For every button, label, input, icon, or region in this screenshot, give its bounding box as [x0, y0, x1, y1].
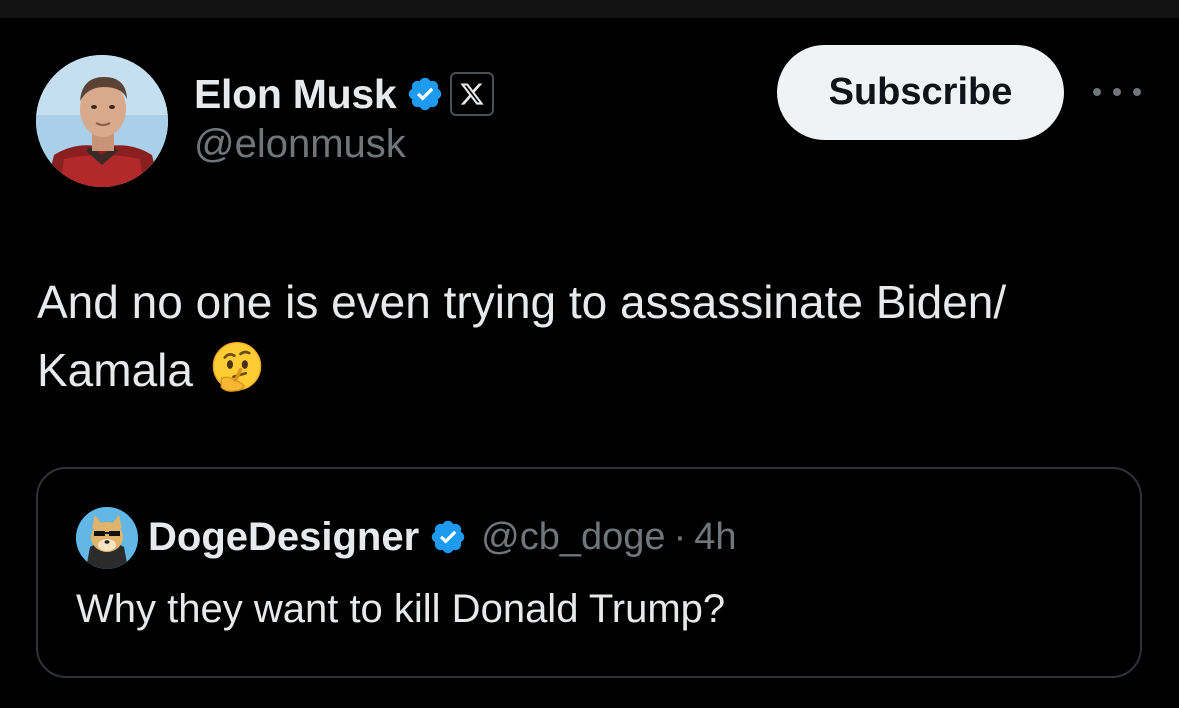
quoted-tweet[interactable]: DogeDesigner @cb_doge · 4h Why they want… — [36, 467, 1142, 678]
dot — [1133, 88, 1141, 96]
quoted-tweet-text: Why they want to kill Donald Trump? — [76, 587, 726, 631]
more-options-icon[interactable] — [1093, 80, 1141, 104]
dot — [1113, 88, 1121, 96]
quoted-author-name[interactable]: DogeDesigner — [148, 515, 419, 560]
x-logo-icon[interactable] — [450, 72, 495, 116]
subscribe-button[interactable]: Subscribe — [777, 45, 1064, 140]
quoted-header: DogeDesigner @cb_doge · 4h — [148, 511, 737, 563]
quoted-timestamp[interactable]: 4h — [694, 516, 736, 559]
dot — [1093, 88, 1101, 96]
tweet-text-line1: And no one is even trying to assassinate… — [37, 276, 1007, 328]
tweet-text-line2: Kamala — [37, 344, 193, 396]
author-handle[interactable]: @elonmusk — [194, 122, 406, 167]
verified-badge-icon[interactable] — [429, 518, 467, 556]
tweet-text: And no one is even trying to assassinate… — [37, 268, 1147, 404]
top-strip — [0, 0, 1179, 18]
quoted-author-handle[interactable]: @cb_doge — [481, 516, 665, 559]
author-name[interactable]: Elon Musk — [194, 71, 397, 118]
author-avatar[interactable] — [36, 55, 168, 187]
verified-badge-icon[interactable] — [406, 75, 444, 113]
quoted-author-avatar[interactable] — [76, 507, 138, 569]
avatar-photo — [36, 55, 168, 187]
author-name-row: Elon Musk — [194, 66, 495, 122]
doge-avatar-image — [76, 507, 138, 569]
separator-dot: · — [673, 515, 687, 558]
thinking-face-icon — [212, 341, 262, 392]
